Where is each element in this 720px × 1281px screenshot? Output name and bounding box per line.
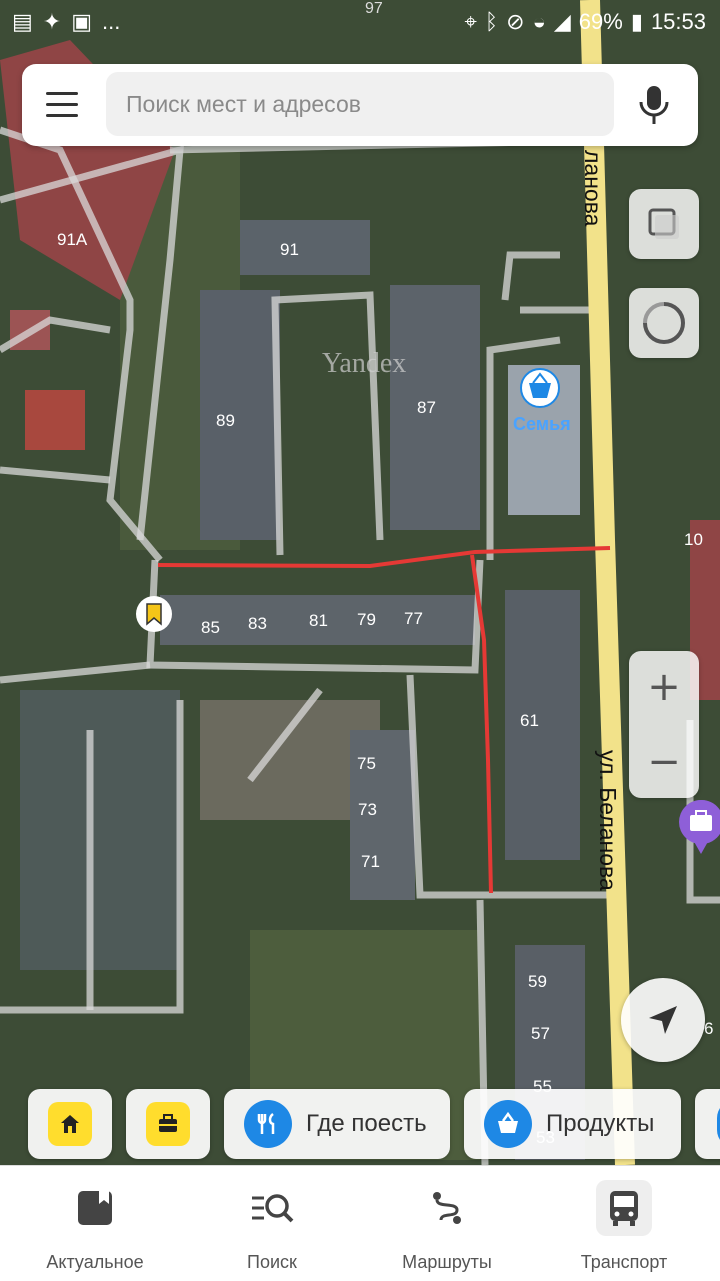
house-number: 91А [57, 230, 88, 249]
chip-where-to-eat[interactable]: Где поесть [224, 1089, 450, 1159]
tab-transport[interactable]: Транспорт [534, 1166, 714, 1281]
map-watermark: Yandex [322, 348, 406, 379]
house-number: 57 [531, 1024, 550, 1043]
chip-label: Где поесть [306, 1110, 427, 1137]
house-number: 91 [280, 240, 299, 259]
chip-more[interactable] [695, 1089, 720, 1159]
zoom-out-button[interactable]: − [629, 726, 699, 798]
chip-label: Продукты [546, 1110, 655, 1137]
satellite-map[interactable]: Yandex Семья 91А 91 89 87 10 85 83 81 79… [0, 0, 720, 1165]
calendar-icon: ▣ [71, 9, 93, 34]
building-91 [240, 220, 370, 275]
traffic-button[interactable] [629, 288, 699, 358]
search-card [22, 64, 698, 146]
tab-actual[interactable]: Актуальное [5, 1166, 185, 1281]
briefcase-icon [146, 1102, 190, 1146]
house-number: 79 [357, 610, 376, 629]
bluetooth-icon: ᛒ [484, 9, 499, 34]
bottom-tab-bar: Актуальное Поиск Маршруты Транспорт [0, 1165, 720, 1281]
briefcase-icon [690, 815, 712, 831]
street-label-top: ланова [580, 150, 606, 227]
battery-icon: ▮ [630, 9, 643, 34]
house-number: 89 [216, 411, 235, 430]
house-number: 6 [704, 1019, 713, 1038]
tab-routes[interactable]: Маршруты [357, 1166, 537, 1281]
tab-label: Транспорт [580, 1252, 668, 1272]
notifications-more: ... [102, 9, 121, 34]
battery-level: 69% [578, 9, 623, 34]
clock: 15:53 [650, 9, 706, 34]
microphone-icon[interactable] [634, 84, 674, 126]
zoom-in-button[interactable]: + [629, 651, 699, 723]
route-icon [419, 1180, 475, 1236]
bus-icon [596, 1180, 652, 1236]
chip-home[interactable] [28, 1089, 112, 1159]
store-name-label: Семья [513, 414, 571, 434]
bookmark-square-icon [67, 1180, 123, 1236]
street-label: ул. Беланова [595, 750, 621, 891]
zoom-controls: + − [629, 651, 699, 798]
status-bar: ▤ ✦ ▣ ... 97 ⌖ ᛒ ⊘ ◒ ◢ 69% ▮ 15:53 [0, 0, 720, 44]
location-icon: ⌖ [464, 9, 477, 34]
tab-label: Маршруты [402, 1252, 492, 1272]
fork-knife-icon [244, 1100, 292, 1148]
house-number: 10 [684, 530, 703, 549]
wifi-icon: ◒ [532, 9, 546, 34]
house-number: 75 [357, 754, 376, 773]
search-list-icon [244, 1180, 300, 1236]
house-number: 59 [528, 972, 547, 991]
mute-icon: ⊘ [506, 9, 525, 34]
house-number: 71 [361, 852, 380, 871]
traffic-icon [643, 302, 685, 344]
tab-label: Актуальное [46, 1252, 144, 1272]
layers-button[interactable] [629, 189, 699, 259]
home-icon [48, 1102, 92, 1146]
house-number: 87 [417, 398, 436, 417]
tab-search[interactable]: Поиск [182, 1166, 362, 1281]
navigation-arrow-icon [649, 1006, 677, 1034]
my-location-button[interactable] [621, 978, 705, 1062]
house-number: 61 [520, 711, 539, 730]
cell-signal-icon: ◢ [553, 9, 571, 34]
basket-icon [484, 1100, 532, 1148]
twitter-icon: ✦ [42, 9, 62, 34]
search-input[interactable] [106, 72, 614, 136]
menu-icon[interactable] [46, 92, 78, 118]
building-89 [200, 290, 280, 540]
tab-label: Поиск [247, 1252, 297, 1272]
chip-work[interactable] [126, 1089, 210, 1159]
map-top-label: 97 [365, 0, 383, 17]
house-number: 77 [404, 609, 423, 628]
house-number: 83 [248, 614, 267, 633]
bookmark-poi[interactable] [136, 596, 172, 632]
layers-icon [648, 208, 679, 239]
signal-bars-icon: ▤ [12, 9, 33, 34]
chip-groceries[interactable]: Продукты [464, 1089, 681, 1159]
house-number: 85 [201, 618, 220, 637]
building-61 [505, 590, 580, 860]
house-number: 81 [309, 611, 328, 630]
house-number: 73 [358, 800, 377, 819]
